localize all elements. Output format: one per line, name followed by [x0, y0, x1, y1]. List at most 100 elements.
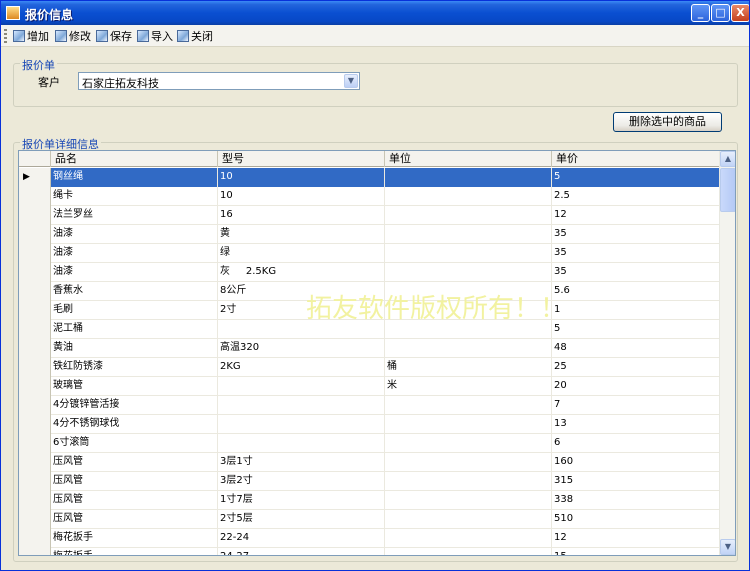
cell-model[interactable]: 8公斤 — [218, 282, 385, 301]
row-selector[interactable] — [19, 206, 51, 225]
table-row[interactable]: 梅花扳手 22-24 12 — [19, 529, 720, 548]
cell-name[interactable]: 梅花扳手 — [51, 548, 218, 555]
cell-name[interactable]: 毛刷 — [51, 301, 218, 320]
cell-price[interactable]: 1 — [552, 301, 720, 320]
cell-name[interactable]: 压风管 — [51, 453, 218, 472]
scroll-thumb[interactable] — [720, 168, 735, 212]
row-selector-header[interactable] — [19, 151, 51, 167]
row-selector[interactable] — [19, 358, 51, 377]
table-row[interactable]: 法兰罗丝 16 12 — [19, 206, 720, 225]
cell-unit[interactable] — [385, 472, 552, 491]
cell-unit[interactable]: 桶 — [385, 358, 552, 377]
cell-model[interactable] — [218, 377, 385, 396]
cell-name[interactable]: 4分不锈钢球伐 — [51, 415, 218, 434]
cell-price[interactable]: 35 — [552, 263, 720, 282]
table-row[interactable]: 铁红防锈漆 2KG 桶 25 — [19, 358, 720, 377]
row-selector[interactable] — [19, 244, 51, 263]
row-selector[interactable] — [19, 339, 51, 358]
table-row[interactable]: 6寸滚筒 6 — [19, 434, 720, 453]
table-row[interactable]: 黄油 高温320 48 — [19, 339, 720, 358]
cell-model[interactable]: 2寸5层 — [218, 510, 385, 529]
cell-price[interactable]: 7 — [552, 396, 720, 415]
cell-name[interactable]: 法兰罗丝 — [51, 206, 218, 225]
column-header-price[interactable]: 单价 — [552, 151, 720, 167]
column-header-model[interactable]: 型号 — [218, 151, 385, 167]
cell-unit[interactable] — [385, 529, 552, 548]
cell-unit[interactable] — [385, 415, 552, 434]
row-selector[interactable] — [19, 434, 51, 453]
cell-price[interactable]: 2.5 — [552, 187, 720, 206]
table-row[interactable]: 4分不锈钢球伐 13 — [19, 415, 720, 434]
cell-model[interactable]: 3层1寸 — [218, 453, 385, 472]
row-selector[interactable] — [19, 472, 51, 491]
row-selector[interactable] — [19, 548, 51, 555]
table-row[interactable]: 4分镀锌管活接 7 — [19, 396, 720, 415]
cell-name[interactable]: 压风管 — [51, 510, 218, 529]
title-bar[interactable]: 报价信息 _ □ X — [1, 1, 749, 25]
table-row[interactable]: 绳卡 10 2.5 — [19, 187, 720, 206]
cell-model[interactable] — [218, 434, 385, 453]
row-selector[interactable] — [19, 301, 51, 320]
cell-unit[interactable] — [385, 244, 552, 263]
cell-price[interactable]: 13 — [552, 415, 720, 434]
cell-name[interactable]: 梅花扳手 — [51, 529, 218, 548]
row-selector[interactable] — [19, 396, 51, 415]
cell-model[interactable]: 黄 — [218, 225, 385, 244]
cell-name[interactable]: 黄油 — [51, 339, 218, 358]
cell-unit[interactable] — [385, 491, 552, 510]
cell-unit[interactable] — [385, 434, 552, 453]
cell-unit[interactable] — [385, 453, 552, 472]
table-row[interactable]: 玻璃管 米 20 — [19, 377, 720, 396]
cell-name[interactable]: 香蕉水 — [51, 282, 218, 301]
cell-name[interactable]: 压风管 — [51, 491, 218, 510]
save-button[interactable]: 保存 — [96, 28, 132, 44]
table-row[interactable]: 泥工桶 5 — [19, 320, 720, 339]
cell-name[interactable]: 泥工桶 — [51, 320, 218, 339]
table-row[interactable]: 压风管 1寸7层 338 — [19, 491, 720, 510]
cell-name[interactable]: 绳卡 — [51, 187, 218, 206]
scroll-down-icon[interactable]: ▼ — [720, 539, 735, 555]
cell-model[interactable]: 10 — [218, 168, 385, 187]
vertical-scrollbar[interactable]: ▲ ▼ — [719, 151, 735, 555]
cell-name[interactable]: 玻璃管 — [51, 377, 218, 396]
cell-price[interactable]: 6 — [552, 434, 720, 453]
cell-price[interactable]: 12 — [552, 206, 720, 225]
cell-model[interactable]: 10 — [218, 187, 385, 206]
table-row[interactable]: ▶ 钢丝绳 10 5 — [19, 168, 720, 187]
cell-price[interactable]: 15 — [552, 548, 720, 555]
table-row[interactable]: 毛刷 2寸 1 — [19, 301, 720, 320]
cell-model[interactable]: 1寸7层 — [218, 491, 385, 510]
edit-button[interactable]: 修改 — [55, 28, 91, 44]
table-row[interactable]: 油漆绿 35 — [19, 244, 720, 263]
detail-grid[interactable]: 品名 型号 单位 单价 ▶ 钢丝绳 10 5 绳卡 10 2.5 法兰罗丝 16 12 油漆黄 35 油… — [18, 150, 736, 556]
cell-name[interactable]: 钢丝绳 — [51, 168, 218, 187]
cell-model[interactable]: 绿 — [218, 244, 385, 263]
row-selector[interactable] — [19, 263, 51, 282]
cell-unit[interactable] — [385, 187, 552, 206]
row-selector[interactable] — [19, 529, 51, 548]
cell-price[interactable]: 315 — [552, 472, 720, 491]
minimize-button[interactable]: _ — [691, 4, 710, 22]
cell-unit[interactable] — [385, 548, 552, 555]
cell-price[interactable]: 5 — [552, 168, 720, 187]
cell-model[interactable]: 3层2寸 — [218, 472, 385, 491]
cell-model[interactable]: 22-24 — [218, 529, 385, 548]
cell-price[interactable]: 510 — [552, 510, 720, 529]
cell-price[interactable]: 5.6 — [552, 282, 720, 301]
table-row[interactable]: 油漆黄 35 — [19, 225, 720, 244]
table-row[interactable]: 香蕉水 8公斤 5.6 — [19, 282, 720, 301]
column-header-unit[interactable]: 单位 — [385, 151, 552, 167]
cell-model[interactable]: 高温320 — [218, 339, 385, 358]
cell-model[interactable]: 2KG — [218, 358, 385, 377]
customer-combobox[interactable]: 石家庄拓友科技 ▼ — [78, 72, 360, 90]
cell-model[interactable] — [218, 396, 385, 415]
cell-unit[interactable] — [385, 510, 552, 529]
import-button[interactable]: 导入 — [137, 28, 173, 44]
cell-price[interactable]: 25 — [552, 358, 720, 377]
cell-model[interactable]: 24-27 — [218, 548, 385, 555]
cell-unit[interactable] — [385, 206, 552, 225]
cell-price[interactable]: 338 — [552, 491, 720, 510]
cell-name[interactable]: 油漆 — [51, 244, 218, 263]
cell-unit[interactable] — [385, 168, 552, 187]
row-selector[interactable] — [19, 453, 51, 472]
